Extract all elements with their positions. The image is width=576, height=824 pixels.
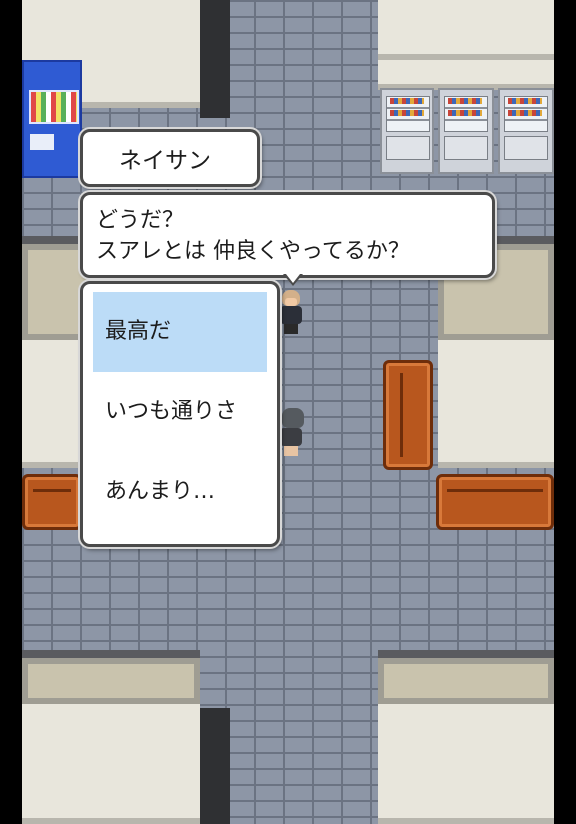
wall-bottom-right — [378, 704, 554, 824]
legs — [284, 446, 298, 456]
sofa-vertical[interactable] — [383, 360, 433, 470]
face — [285, 298, 297, 306]
wall-mid-right — [438, 340, 554, 468]
speech-tail-inner — [286, 274, 300, 283]
books — [508, 110, 542, 116]
bookcase-doors — [444, 136, 488, 160]
message-window[interactable]: どうだ？ スアレとは 仲良くやってるか？ — [80, 192, 495, 278]
bookcase-3[interactable] — [498, 88, 554, 174]
wall-pillar-bottom — [200, 708, 230, 824]
speaker-name: ネイサン — [119, 148, 211, 174]
cabinet-backwall — [378, 60, 554, 90]
vending-machine[interactable] — [22, 60, 82, 178]
sofa-right[interactable] — [436, 474, 554, 530]
npc-nathan-sprite[interactable] — [278, 290, 304, 336]
hair — [282, 408, 304, 428]
vending-display — [29, 90, 79, 124]
vending-slot — [30, 134, 54, 150]
suit — [280, 306, 302, 324]
wall-pillar-top — [200, 0, 230, 118]
counter-bottom-right — [378, 658, 554, 704]
wall-top-right — [378, 0, 554, 60]
shirt — [280, 428, 302, 446]
bookcase-2[interactable] — [438, 88, 494, 174]
bookcase-1[interactable] — [380, 88, 434, 174]
books — [390, 98, 424, 104]
wall-trim-bottom-left — [22, 650, 200, 658]
counter-bottom-left — [22, 658, 200, 704]
legs — [284, 324, 298, 334]
wall-bottom-left — [22, 704, 200, 824]
books — [448, 98, 482, 104]
message-line-2: スアレとは 仲良くやってるか？ — [96, 239, 410, 264]
choice-option-1[interactable]: 最高だ — [93, 292, 267, 372]
choice-window: 最高だ いつも通りさ あんまり… — [80, 281, 280, 547]
player-sprite[interactable] — [278, 408, 304, 464]
bookcase-doors — [504, 136, 548, 160]
message-line-1: どうだ？ — [96, 208, 185, 233]
bookcase-doors — [386, 136, 430, 160]
books — [508, 98, 542, 104]
speaker-name-box: ネイサン — [80, 129, 260, 187]
choice-option-2[interactable]: いつも通りさ — [93, 372, 267, 452]
books — [390, 110, 424, 116]
wall-trim-bottom-right — [378, 650, 554, 658]
choice-option-3[interactable]: あんまり… — [93, 452, 267, 532]
sofa-left[interactable] — [22, 474, 82, 530]
books — [448, 110, 482, 116]
